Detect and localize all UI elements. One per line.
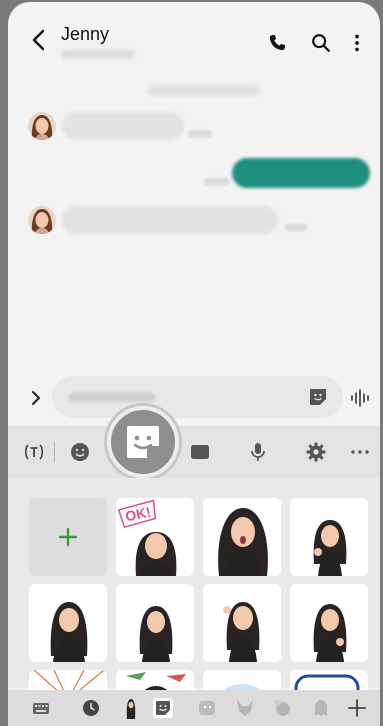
clock-icon[interactable] [80,697,102,719]
messages-screen: Jenny OK! [8,2,380,726]
sticker-item[interactable] [290,498,368,576]
character-category-icon[interactable] [272,697,294,719]
conversation-header: Jenny [8,2,380,66]
message-time-blurred [284,224,308,231]
search-icon[interactable] [310,32,332,54]
sticker-icon [127,426,159,458]
chevron-right-icon[interactable] [28,388,44,408]
sticker-item[interactable] [29,584,107,662]
message-input[interactable] [52,376,343,418]
plus-icon [58,527,78,547]
message-time-blurred [188,130,212,137]
avatar-sticker-image [50,602,88,662]
fox-category-icon[interactable] [234,697,256,719]
avatar[interactable] [28,206,56,234]
avatar[interactable] [28,112,56,140]
translate-icon[interactable] [22,440,46,464]
avatar-sticker-image: OK! [117,499,177,576]
voice-wave-icon[interactable] [348,386,372,410]
sticker-item[interactable]: OK! [116,498,194,576]
gif-icon[interactable] [188,440,212,464]
sticker-category-bar [8,690,380,726]
toolbar-divider [54,442,55,462]
avatar-sticker-image [223,602,260,662]
plus-icon[interactable] [346,697,368,719]
message-placeholder-blurred [68,392,156,402]
avatar-sticker-image [218,508,268,576]
microphone-icon[interactable] [246,440,270,464]
keyboard-toolbar [8,426,380,478]
sticker-panel: OK! [8,478,380,726]
avatar-sticker-image [313,604,347,662]
emoji-sticker-category-icon[interactable] [196,697,218,719]
sticker-icon[interactable] [308,387,328,407]
sticker-icon[interactable] [152,697,174,719]
sticker-tab-highlight[interactable] [107,406,179,478]
outgoing-message-bubble[interactable] [232,158,370,188]
incoming-message-bubble[interactable] [62,206,278,234]
gear-icon[interactable] [304,440,328,464]
avatar-sticker-image [313,520,347,576]
contact-name[interactable]: Jenny [61,24,109,45]
avatar-sticker-image [139,606,173,662]
add-sticker-button[interactable] [29,498,107,576]
more-vertical-icon[interactable] [346,32,368,54]
sticker-item[interactable] [203,498,281,576]
more-horizontal-icon[interactable] [348,440,372,464]
sticker-item[interactable] [203,584,281,662]
date-divider-blurred [148,85,260,96]
sticker-item[interactable] [290,584,368,662]
contact-number-blurred [61,50,135,59]
emoji-icon[interactable] [68,440,92,464]
avatar-image [28,112,56,140]
phone-icon[interactable] [266,32,288,54]
avatar-image [28,206,56,234]
sticker-item[interactable] [116,584,194,662]
avatar-category-icon[interactable] [120,697,142,719]
incoming-message-bubble[interactable] [62,112,184,140]
chevron-left-icon[interactable] [28,28,50,52]
message-time-blurred [204,178,230,185]
ghost-category-icon[interactable] [310,697,332,719]
keyboard-icon[interactable] [30,697,52,719]
